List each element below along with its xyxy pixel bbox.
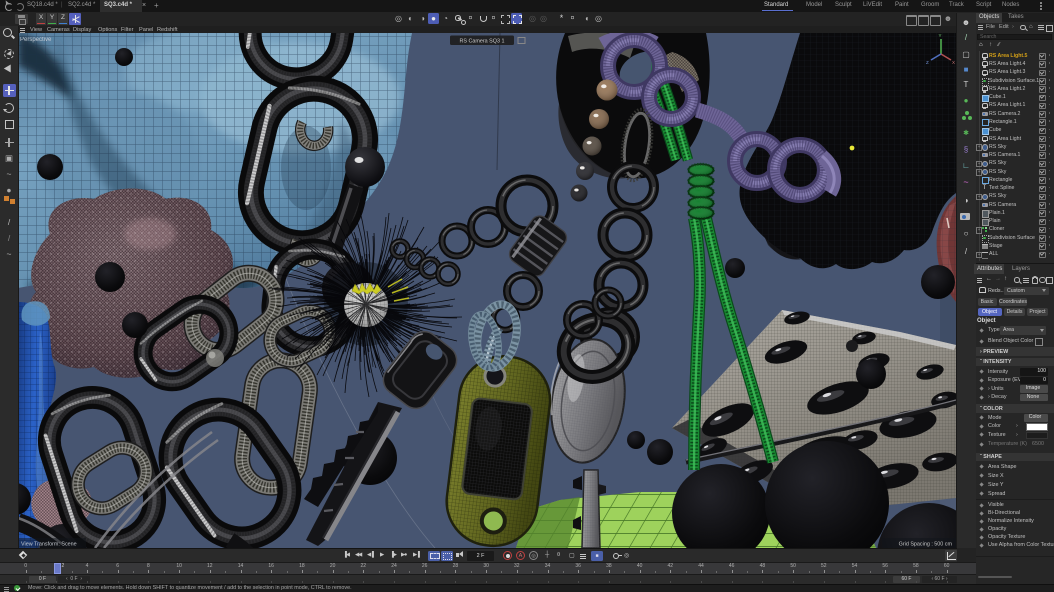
svg-text:Perspective: Perspective xyxy=(20,37,52,43)
svg-text:X: X xyxy=(952,60,955,65)
svg-text:Z: Z xyxy=(926,60,929,65)
svg-text:RS Camera SQ3 1: RS Camera SQ3 1 xyxy=(460,39,505,45)
svg-text:View Transform: Scene: View Transform: Scene xyxy=(21,542,77,548)
svg-text:Grid Spacing : 500 cm: Grid Spacing : 500 cm xyxy=(899,542,953,548)
svg-text:Y: Y xyxy=(939,33,942,38)
